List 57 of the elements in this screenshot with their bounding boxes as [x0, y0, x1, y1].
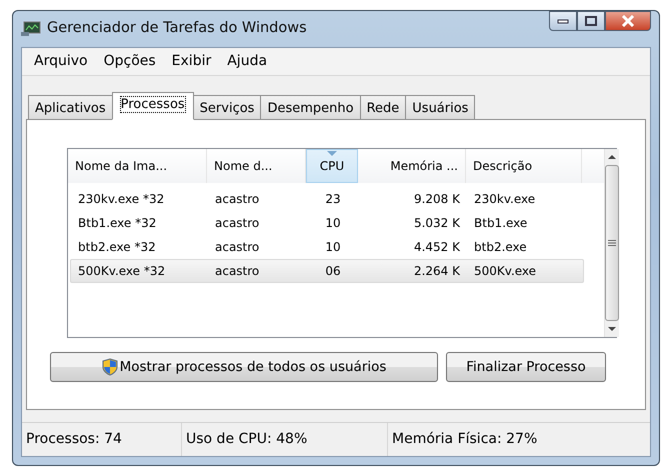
tab[interactable]: Rede — [360, 95, 406, 119]
table-cell-text: 230kv.exe *32 — [77, 191, 166, 208]
close-icon — [621, 15, 635, 27]
table-cell-text: 500Kv.exe — [473, 263, 538, 280]
monitor-icon — [21, 21, 41, 37]
table-cell-text: 500Kv.exe *32 — [77, 263, 166, 280]
close-button[interactable] — [605, 11, 651, 31]
column-header[interactable]: Nome d... — [207, 149, 306, 183]
shield-icon — [102, 358, 118, 376]
maximize-button[interactable] — [577, 11, 605, 31]
tab[interactable]: Serviços — [192, 95, 262, 119]
tab[interactable]: Usuários — [405, 95, 476, 119]
table-cell-text: 23 — [324, 191, 342, 208]
column-header[interactable]: Memória ... — [358, 149, 466, 183]
table-cell-text: Btb1.exe *32 — [77, 215, 158, 232]
end-process-button[interactable]: Finalizar Processo — [446, 352, 606, 382]
menu-item[interactable]: Opções — [98, 49, 162, 74]
tab[interactable]: Aplicativos — [28, 95, 113, 119]
menu-item[interactable]: Ajuda — [221, 49, 274, 74]
status-text: Processos: 74 — [22, 423, 182, 456]
scrollbar[interactable] — [604, 149, 619, 337]
menu-item[interactable]: Arquivo — [28, 49, 94, 74]
table-row[interactable]: 230kv.exe *32 acastro 23 9.208 K 230kv.exe — [70, 187, 584, 211]
selected-row[interactable]: 500Kv.exe *32 acastro 06 2.264 K 500Kv.exe — [70, 259, 584, 283]
minimize-icon — [557, 18, 569, 24]
sort-arrow-icon — [327, 151, 337, 156]
status-text: Uso de CPU: 48% — [182, 423, 388, 456]
table-cell-text: acastro — [214, 239, 260, 256]
maximize-icon — [585, 16, 597, 26]
tab[interactable]: Desempenho — [260, 95, 361, 119]
table-cell-text: 230kv.exe — [473, 191, 536, 208]
scroll-thumb[interactable] — [605, 165, 619, 321]
table-cell-text: 9.208 K — [412, 191, 461, 208]
column-header[interactable]: CPU — [306, 149, 358, 183]
menu-item[interactable]: Exibir — [166, 49, 218, 74]
table-cell-text: Btb1.exe — [473, 215, 528, 232]
table-row[interactable]: Btb1.exe *32 acastro 10 5.032 K Btb1.exe — [70, 211, 584, 235]
table-cell-text: acastro — [214, 191, 260, 208]
column-header[interactable]: Descrição — [466, 149, 582, 183]
table-cell-text: 10 — [324, 215, 342, 232]
table-cell-text: acastro — [214, 263, 260, 280]
table-row[interactable]: btb2.exe *32 acastro 10 4.452 K btb2.exe — [70, 235, 584, 259]
column-header[interactable]: Nome da Ima... — [68, 149, 207, 183]
tab[interactable]: Processos — [112, 92, 194, 120]
table-cell-text: btb2.exe *32 — [77, 239, 157, 256]
table-cell-text: 5.032 K — [412, 215, 461, 232]
window-title: Gerenciador de Tarefas do Windows — [47, 19, 307, 38]
show-all-processes-button[interactable]: Mostrar processos de todos os usuários — [50, 352, 438, 382]
table-cell-text: 2.264 K — [412, 263, 461, 280]
table-cell-text: 06 — [324, 263, 342, 280]
grip-icon — [608, 239, 616, 247]
table-cell-text: btb2.exe — [473, 239, 528, 256]
status-text: Memória Física: 27% — [391, 430, 538, 449]
table-cell-text: 4.452 K — [412, 239, 461, 256]
minimize-button[interactable] — [549, 11, 577, 31]
table-cell-text: acastro — [214, 215, 260, 232]
table-cell-text: 10 — [324, 239, 342, 256]
